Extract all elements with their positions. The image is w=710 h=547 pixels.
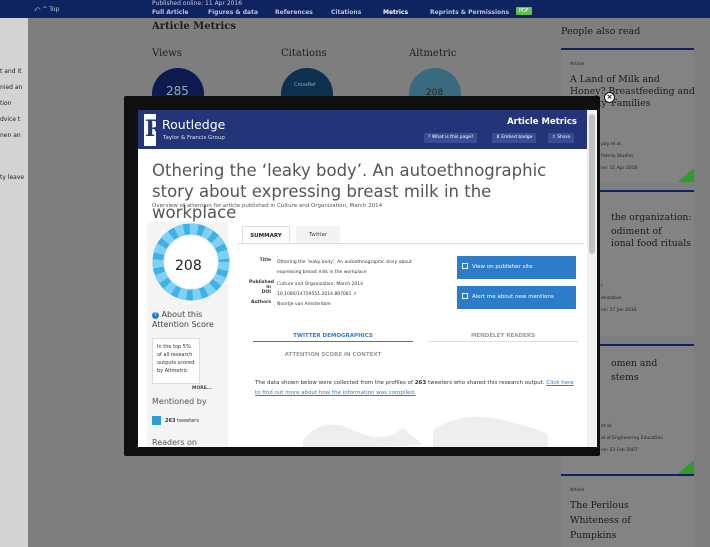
nav-figures[interactable]: Figures & data [208,9,258,16]
open-access-icon [678,168,694,182]
text-line: t and it [0,68,22,75]
tab-summary[interactable]: SUMMARY [242,226,290,244]
routledge-logo: R [144,114,163,146]
tab-divider [238,243,584,244]
metrics-heading: Article Metrics [152,21,237,32]
brand-name: Routledge [162,117,226,132]
crossref-circle: CrossRef [281,68,333,98]
nav-citations[interactable]: Citations [331,9,361,16]
altmetric-frame: R Routledge Taylor & Francis Group Artic… [138,110,587,447]
scrollbar-thumb[interactable] [589,114,595,254]
mentioned-by-heading: Mentioned by [152,397,207,406]
top-nav-bar: ⤺ ^ Top Published online: 11 Apr 2016 Fu… [0,0,710,18]
altmetric-donut-bg: 208 [409,68,461,98]
help-icon: ? [152,312,159,319]
article-subtitle: Overview of attention for article publis… [152,203,383,209]
tab-twitter-demographics[interactable]: TWITTER DEMOGRAPHICS [253,330,413,342]
about-score-link[interactable]: ? About this Attention Score [152,310,228,330]
data-description: The data shown below were collected from… [255,380,574,396]
article-title: Othering the ‘leaky body’. An autoethnog… [152,161,547,222]
published-date: Published online: 11 Apr 2016 [152,0,243,7]
text-line: nen an [0,132,21,139]
nav-references[interactable]: References [275,9,313,16]
back-to-top-link[interactable]: ⤺ ^ Top [34,6,59,14]
attention-score: 208 [175,258,202,274]
sidebar-heading: People also read [561,26,641,37]
tab-attention-score-context[interactable]: ATTENTION SCORE IN CONTEXT [253,349,413,361]
mail-icon [462,293,468,299]
open-access-icon [678,460,694,474]
sidebar-card[interactable]: Article The Perilous Whiteness of Pumpki… [561,474,694,547]
nav-reprints[interactable]: Reprints & Permissions [430,9,509,16]
twitter-icon [152,416,161,425]
close-icon[interactable]: × [604,92,615,103]
brand-subtitle: Taylor & Francis Group [163,135,225,141]
top-percent-box: In the top 5% of all research outputs sc… [152,338,200,384]
views-heading: Views [152,48,182,59]
embed-badge-button[interactable]: ⬇ Embed badge [492,133,537,143]
external-link-icon [462,263,468,269]
nav-full-article[interactable]: Full Article [152,9,188,16]
view-publisher-button[interactable]: View on publisher site [457,256,576,279]
card-title[interactable]: the organization: [611,212,692,224]
world-map [303,416,548,447]
tab-mendeley-readers[interactable]: MENDELEY READERS [428,330,578,342]
card-title[interactable]: omen and [611,358,657,370]
pdf-button[interactable]: PDF [516,7,532,15]
more-link[interactable]: MORE... [192,386,212,391]
routledge-header: R Routledge Taylor & Francis Group Artic… [138,110,587,149]
text-line: dvice t [0,116,21,123]
tab-twitter[interactable]: Twitter [296,226,340,244]
alert-button[interactable]: Alert me about new mentions [457,286,576,309]
what-is-this-button[interactable]: ? What is this page? [424,133,478,143]
share-button[interactable]: ⇪ Share [548,133,575,143]
page-stage: { "topbar":{"back":"⤺ ^ Top","published"… [0,0,710,547]
views-circle: 285 [152,68,204,98]
readers-on-heading: Readers on [152,438,197,447]
article-text-strip: t and it nied an tion dvice t nen an ty … [0,18,28,547]
card-title[interactable]: The Perilous [570,500,629,512]
text-line: ty leave [0,174,25,181]
doi-link[interactable]: 10.1080/14759551.2014.887081 ↗ [277,290,437,300]
score-column: 208 ? About this Attention Score In the … [147,222,230,447]
nav-metrics[interactable]: Metrics [383,9,408,16]
header-title: Article Metrics [507,117,577,127]
tweeters-row[interactable]: 263 tweeters [152,416,199,425]
altmetric-heading: Altmetric [409,48,457,59]
citations-heading: Citations [281,48,327,59]
text-line: tion [0,100,12,107]
text-line: nied an [0,84,23,91]
